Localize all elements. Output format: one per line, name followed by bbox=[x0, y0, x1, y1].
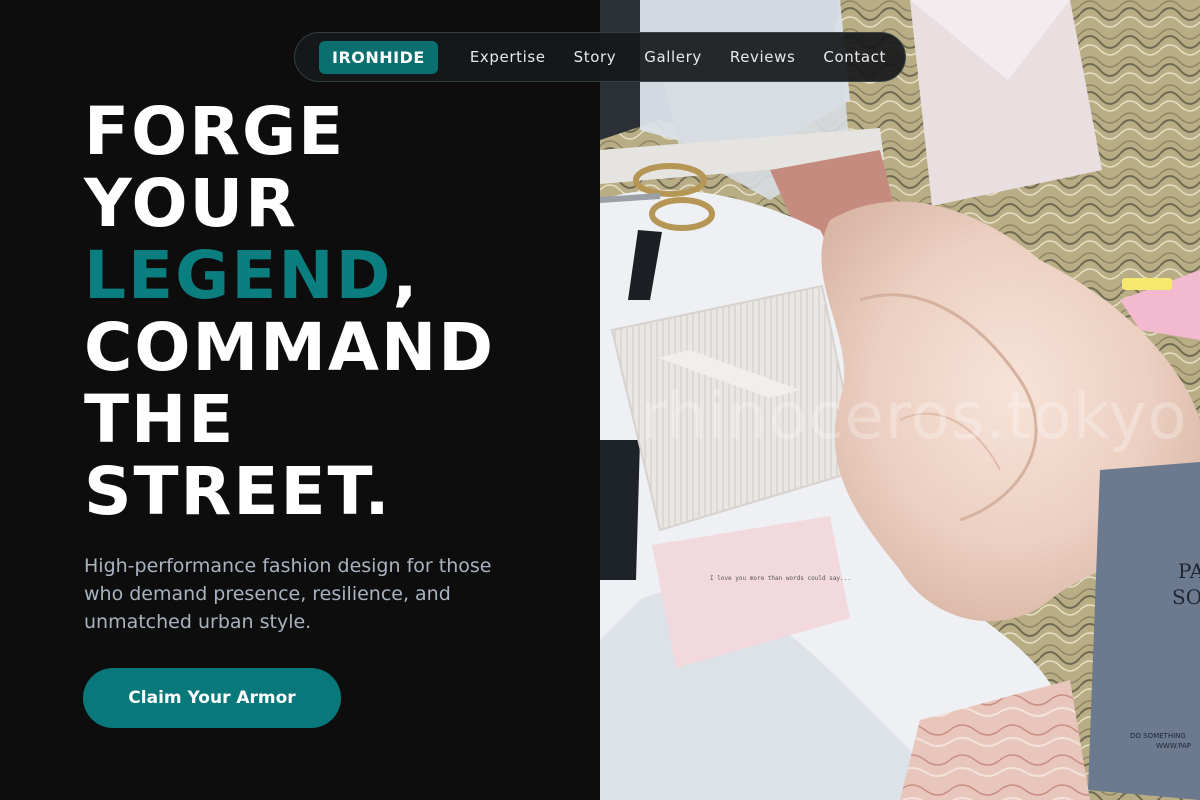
headline-line-1: FORGE bbox=[84, 93, 346, 170]
hero-headline: FORGE YOUR LEGEND, COMMAND THE STREET. bbox=[84, 96, 584, 528]
nav-link-story[interactable]: Story bbox=[574, 48, 617, 66]
card-text: I love you more than words could say... bbox=[710, 575, 851, 582]
hero-subtext: High-performance fashion design for thos… bbox=[84, 555, 492, 633]
poster-small-2: WWW.PAP bbox=[1156, 742, 1191, 750]
watermark-text: rhinoceros.tokyo bbox=[640, 380, 1188, 454]
top-navigation: IRONHIDE Expertise Story Gallery Reviews… bbox=[294, 32, 906, 82]
poster-text-1: PA bbox=[1178, 559, 1200, 583]
poster-small-1: DO SOMETHING bbox=[1130, 732, 1186, 740]
nav-link-expertise[interactable]: Expertise bbox=[470, 48, 546, 66]
nav-link-gallery[interactable]: Gallery bbox=[644, 48, 702, 66]
brand-logo[interactable]: IRONHIDE bbox=[319, 40, 438, 74]
claim-armor-button[interactable]: Claim Your Armor bbox=[83, 668, 341, 728]
headline-accent-word: LEGEND bbox=[84, 237, 393, 314]
nav-link-reviews[interactable]: Reviews bbox=[730, 48, 796, 66]
headline-line-4: COMMAND bbox=[84, 309, 495, 386]
headline-comma: , bbox=[392, 237, 420, 314]
headline-line-6: STREET. bbox=[84, 453, 392, 530]
headline-line-2: YOUR bbox=[84, 165, 298, 242]
headline-line-5: THE bbox=[84, 381, 236, 458]
poster-text-2: SO bbox=[1172, 585, 1200, 609]
nav-link-contact[interactable]: Contact bbox=[823, 48, 886, 66]
headline-line-3: LEGEND, bbox=[84, 240, 584, 312]
